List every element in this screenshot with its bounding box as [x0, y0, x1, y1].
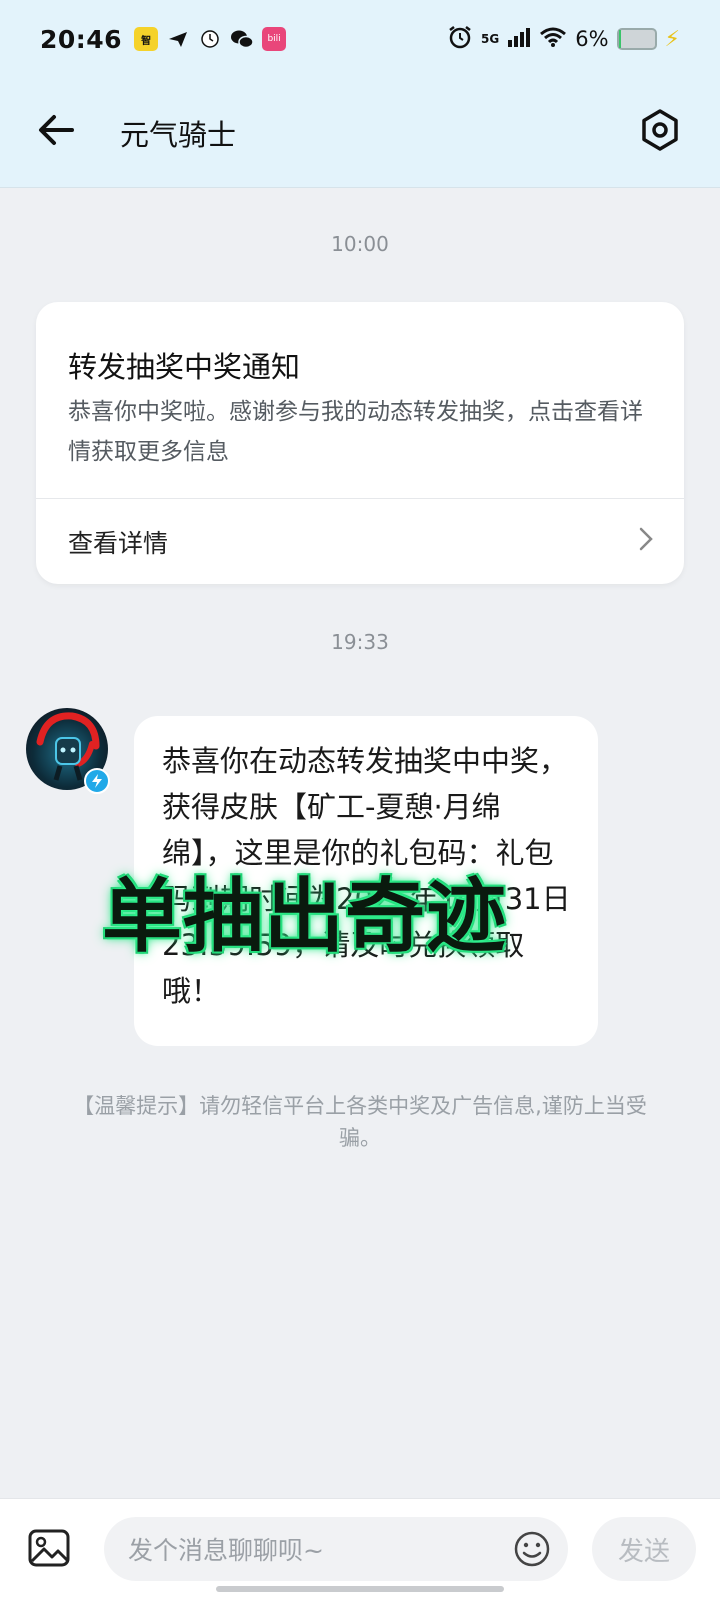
- network-label: 5G: [481, 32, 500, 46]
- input-bar: 发个消息聊聊呗~ 发送: [0, 1498, 720, 1600]
- battery-icon: [616, 28, 657, 50]
- card-description: 恭喜你中奖啦。感谢参与我的动态转发抽奖，点击查看详情获取更多信息: [68, 399, 643, 465]
- image-button[interactable]: [26, 1525, 72, 1571]
- status-time: 20:46: [40, 24, 123, 54]
- charging-icon: ⚡: [664, 26, 680, 52]
- verified-badge-icon: [84, 768, 110, 794]
- card-title: 转发抽奖中奖通知: [68, 350, 301, 384]
- battery-percent: 6%: [575, 27, 609, 51]
- signal-icon: [507, 26, 531, 53]
- smiley-icon: [514, 1531, 550, 1567]
- yellow-app-icon: 智: [134, 27, 159, 51]
- bilibili-icon: bili: [262, 27, 287, 51]
- clock-app-icon: [198, 27, 222, 51]
- notification-card[interactable]: 转发抽奖中奖通知 恭喜你中奖啦。感谢参与我的动态转发抽奖，点击查看详情获取更多信…: [36, 302, 684, 584]
- back-arrow-icon: [39, 115, 74, 145]
- view-details-link[interactable]: 查看详情: [68, 524, 168, 560]
- home-indicator[interactable]: [216, 1586, 504, 1592]
- chat-title: 元气骑士: [120, 118, 237, 152]
- emoji-button[interactable]: [512, 1529, 552, 1569]
- safety-warning: 【温馨提示】请勿轻信平台上各类中奖及广告信息,谨防上当受骗。: [73, 1094, 647, 1150]
- send-button[interactable]: 发送: [592, 1517, 696, 1581]
- card-divider: [36, 498, 684, 499]
- chat-header: 元气骑士: [0, 78, 720, 186]
- message-timestamp: 10:00: [331, 232, 389, 256]
- hexagon-settings-icon: [642, 109, 678, 151]
- wifi-icon: [539, 26, 567, 53]
- status-right: 5G 6% ⚡: [447, 24, 680, 55]
- input-placeholder: 发个消息聊聊呗~: [128, 1536, 324, 1565]
- wechat-icon: [230, 27, 254, 51]
- chevron-right-icon: [636, 524, 656, 554]
- paper-plane-icon: [166, 27, 190, 51]
- message-timestamp: 19:33: [331, 630, 389, 654]
- status-app-icons: 智 bili: [134, 27, 287, 51]
- alarm-icon: [447, 24, 473, 55]
- settings-button[interactable]: [638, 108, 682, 152]
- back-button[interactable]: [36, 110, 76, 150]
- image-icon: [28, 1529, 70, 1567]
- message-input[interactable]: 发个消息聊聊呗~: [104, 1517, 568, 1581]
- overlay-caption: 单抽出奇迹: [102, 870, 507, 963]
- status-bar: 20:46 智 bili 5G 6% ⚡: [0, 0, 720, 78]
